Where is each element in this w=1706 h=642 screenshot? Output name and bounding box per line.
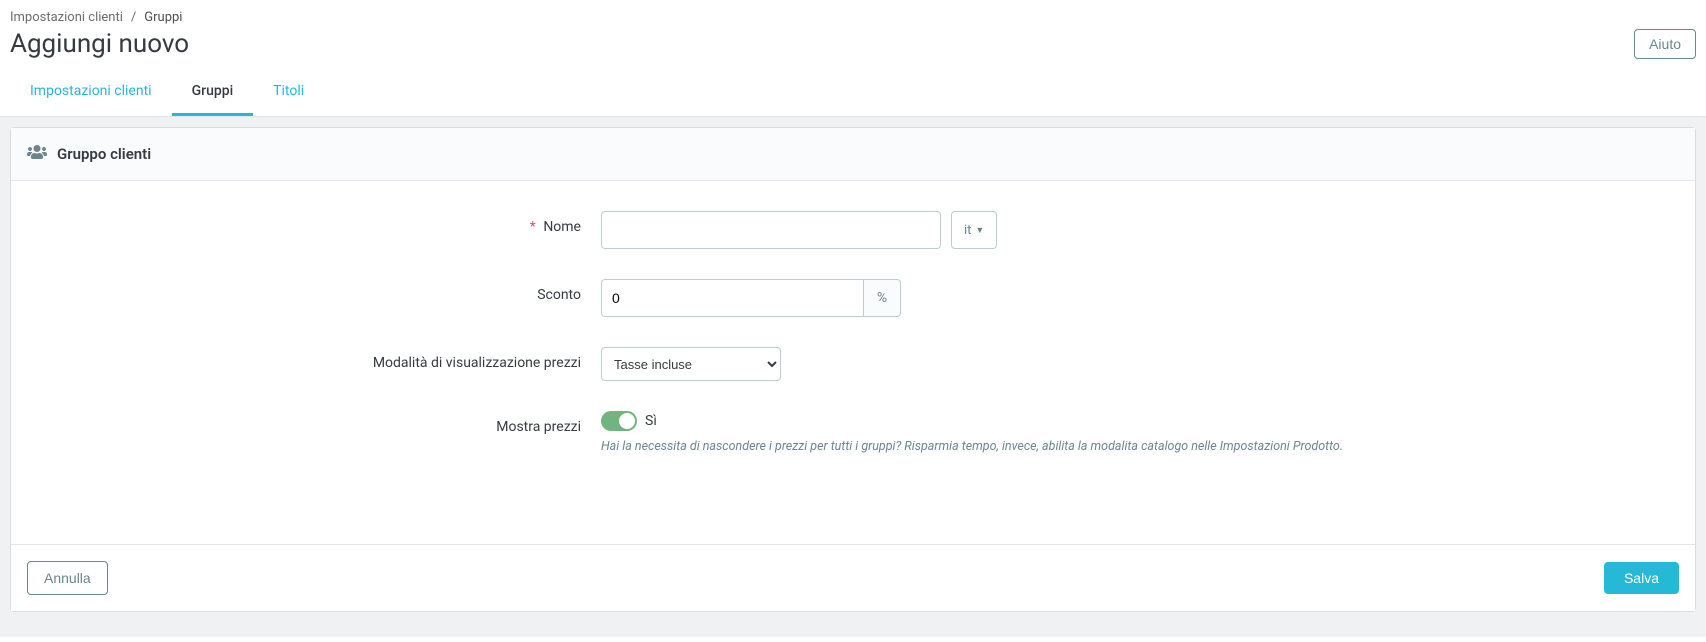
caret-down-icon: ▼ [975, 225, 984, 236]
save-button[interactable]: Salva [1604, 562, 1679, 594]
page-title: Aggiungi nuovo [10, 29, 189, 59]
customer-group-panel: Gruppo clienti * Nome it ▼ Scont [10, 127, 1696, 612]
panel-title: Gruppo clienti [57, 145, 151, 163]
language-label: it [964, 223, 971, 238]
toggle-knob [619, 413, 635, 429]
tab-customer-settings[interactable]: Impostazioni clienti [10, 69, 172, 116]
breadcrumb: Impostazioni clienti / Gruppi [10, 10, 1696, 25]
toggle-value-label: Sì [645, 413, 657, 429]
discount-input[interactable] [601, 279, 863, 317]
name-label: * Nome [31, 211, 601, 235]
breadcrumb-parent[interactable]: Impostazioni clienti [10, 10, 123, 25]
breadcrumb-separator: / [131, 10, 136, 25]
tab-groups[interactable]: Gruppi [172, 69, 254, 116]
cancel-button[interactable]: Annulla [27, 561, 108, 595]
price-display-label: Modalità di visualizzazione prezzi [31, 347, 601, 371]
panel-header: Gruppo clienti [11, 128, 1695, 181]
price-display-select[interactable]: Tasse incluse [601, 347, 781, 381]
breadcrumb-current: Gruppi [144, 10, 182, 25]
tab-titles[interactable]: Titoli [253, 69, 324, 116]
help-button[interactable]: Aiuto [1634, 29, 1696, 59]
show-prices-label: Mostra prezzi [31, 411, 601, 435]
discount-unit: % [863, 279, 901, 317]
name-input[interactable] [601, 211, 941, 249]
show-prices-toggle[interactable] [601, 411, 637, 431]
show-prices-help: Hai la necessita di nascondere i prezzi … [601, 439, 1343, 454]
users-icon [27, 142, 47, 166]
discount-label: Sconto [31, 279, 601, 303]
tabs: Impostazioni clienti Gruppi Titoli [0, 69, 1706, 117]
language-dropdown[interactable]: it ▼ [951, 211, 997, 249]
required-indicator: * [530, 219, 536, 235]
